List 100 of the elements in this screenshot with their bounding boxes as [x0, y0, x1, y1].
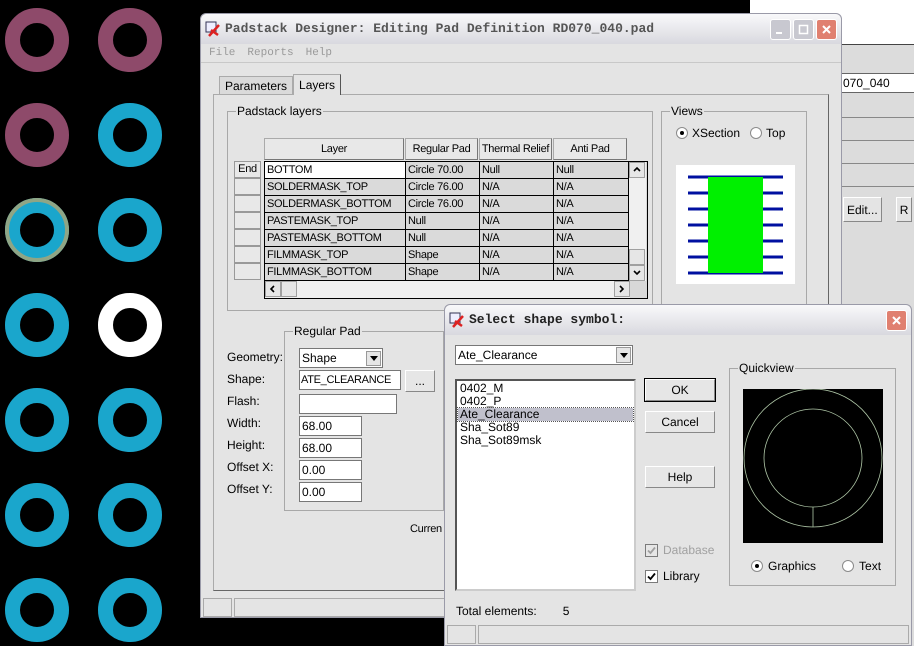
row-header-button[interactable]: [234, 229, 261, 246]
checkbox[interactable]: [645, 570, 658, 582]
table-cell[interactable]: FILMMASK_TOP: [265, 247, 406, 263]
dialog-button[interactable]: Help: [645, 466, 715, 488]
close-button[interactable]: [886, 310, 907, 330]
shape-combo-box[interactable]: Ate_Clearance: [455, 345, 633, 365]
row-header-button[interactable]: [234, 195, 261, 212]
caret-icon: [620, 352, 628, 358]
group-title: Padstack layers: [236, 104, 323, 118]
list-item[interactable]: 0402_P: [458, 395, 633, 408]
flash-field[interactable]: [299, 394, 397, 414]
row-header-button[interactable]: [234, 246, 261, 263]
column-header[interactable]: Regular Pad: [405, 138, 478, 160]
field-label: Flash:: [227, 393, 261, 410]
radio-button[interactable]: [676, 127, 688, 139]
table-cell[interactable]: N/A: [480, 196, 554, 212]
table-cell[interactable]: Circle 76.00: [406, 179, 480, 195]
field-label: Width:: [227, 415, 262, 432]
edit-button[interactable]: Edit...: [843, 197, 882, 222]
column-header[interactable]: Thermal Relief: [479, 138, 552, 160]
row-header-button[interactable]: [234, 178, 261, 195]
horizontal-scrollbar[interactable]: [265, 281, 630, 298]
geometry-dropdown[interactable]: Shape: [299, 348, 383, 368]
dialog-title: Select shape symbol:: [469, 311, 626, 330]
radio-button[interactable]: [751, 560, 763, 572]
checkbox-label: Library: [663, 568, 700, 585]
table-cell[interactable]: Null: [554, 162, 629, 178]
number-field[interactable]: 68.00: [299, 438, 362, 458]
list-item[interactable]: Ate_Clearance: [458, 408, 633, 421]
scroll-thumb[interactable]: [629, 249, 645, 265]
row-header-button[interactable]: [234, 212, 261, 229]
radio-label: Graphics: [768, 558, 816, 575]
table-cell[interactable]: Null: [406, 213, 480, 229]
table-cell[interactable]: FILMMASK_BOTTOM: [265, 264, 406, 280]
group-title: Views: [670, 104, 704, 118]
table-cell[interactable]: N/A: [554, 230, 629, 246]
close-button[interactable]: [816, 18, 837, 40]
table-cell[interactable]: N/A: [554, 179, 629, 195]
table-cell[interactable]: N/A: [554, 213, 629, 229]
checkbox-label: Database: [663, 542, 714, 559]
column-header[interactable]: Layer: [264, 138, 404, 160]
table-cell[interactable]: N/A: [480, 179, 554, 195]
table-cell[interactable]: Shape: [406, 247, 480, 263]
dialog-button[interactable]: OK: [645, 379, 715, 401]
minimize-button[interactable]: [770, 18, 791, 40]
table-cell[interactable]: PASTEMASK_BOTTOM: [265, 230, 406, 246]
scroll-left-button[interactable]: [265, 281, 281, 297]
maximize-icon: [798, 24, 809, 34]
total-label: Total elements:: [456, 603, 537, 620]
list-item[interactable]: Sha_Sot89: [458, 421, 633, 434]
table-cell[interactable]: N/A: [480, 247, 554, 263]
table-cell[interactable]: BOTTOM: [265, 162, 406, 178]
tab[interactable]: Parameters: [219, 76, 294, 94]
maximize-button[interactable]: [793, 18, 814, 40]
table-cell[interactable]: Null: [480, 162, 554, 178]
window-title: Padstack Designer: Editing Pad Definition RD070_040.pad: [225, 20, 656, 38]
scroll-down-button[interactable]: [629, 265, 645, 281]
number-field[interactable]: 68.00: [299, 416, 362, 436]
table-cell[interactable]: Circle 76.00: [406, 196, 480, 212]
status-bar-pane: [203, 598, 232, 617]
row-header-button[interactable]: End: [234, 161, 261, 178]
table-cell[interactable]: N/A: [554, 264, 629, 280]
edit-button[interactable]: R: [896, 197, 912, 222]
scroll-thumb[interactable]: [281, 281, 297, 297]
status-bar-pane: [447, 625, 476, 644]
table-cell[interactable]: SOLDERMASK_BOTTOM: [265, 196, 406, 212]
text-field[interactable]: 070_040: [840, 73, 914, 93]
table-cell[interactable]: Circle 70.00: [406, 162, 480, 178]
table-cell[interactable]: PASTEMASK_TOP: [265, 213, 406, 229]
radio-label: Top: [766, 125, 786, 142]
number-field[interactable]: 0.00: [299, 460, 362, 480]
radio-button[interactable]: [842, 560, 854, 572]
table-cell[interactable]: N/A: [480, 230, 554, 246]
list-item[interactable]: Sha_Sot89msk: [458, 434, 633, 447]
radio-label: XSection: [692, 125, 740, 142]
scroll-right-button[interactable]: [614, 281, 630, 297]
shape-field[interactable]: ATE_CLEARANCE: [299, 370, 401, 390]
table-cell[interactable]: Null: [406, 230, 480, 246]
browse-button[interactable]: ...: [405, 370, 435, 392]
field-label: Height:: [227, 437, 266, 454]
table-cell[interactable]: N/A: [480, 264, 554, 280]
group-title: Quickview: [738, 361, 795, 375]
table-cell[interactable]: Shape: [406, 264, 480, 280]
radio-button[interactable]: [750, 127, 762, 139]
vertical-scrollbar[interactable]: [629, 162, 646, 281]
scroll-up-button[interactable]: [629, 162, 645, 178]
table-cell[interactable]: N/A: [554, 247, 629, 263]
app-icon: [205, 21, 221, 37]
caret-icon: [370, 356, 378, 360]
list-item[interactable]: 0402_M: [458, 382, 633, 395]
current-label: Curren: [410, 522, 442, 536]
number-field[interactable]: 0.00: [299, 482, 362, 502]
table-cell[interactable]: SOLDERMASK_TOP: [265, 179, 406, 195]
dialog-button[interactable]: Cancel: [645, 411, 715, 433]
column-header[interactable]: Anti Pad: [553, 138, 627, 160]
table-cell[interactable]: N/A: [480, 213, 554, 229]
tab[interactable]: Layers: [293, 74, 342, 95]
radio-label: Text: [859, 558, 882, 575]
field-label: Geometry:: [227, 349, 284, 366]
table-cell[interactable]: N/A: [554, 196, 629, 212]
